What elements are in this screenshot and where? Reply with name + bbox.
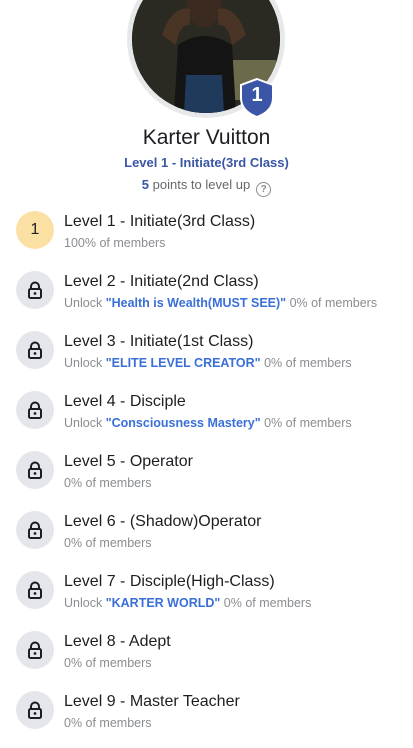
level-members: 0% of members — [260, 356, 352, 370]
unlock-prefix: Unlock — [64, 416, 106, 430]
current-level-label: Level 1 - Initiate(3rd Class) — [124, 155, 289, 170]
unlock-content-link[interactable]: "ELITE LEVEL CREATOR" — [106, 356, 261, 370]
help-circle-icon[interactable]: ? — [256, 182, 272, 197]
level-title: Level 3 - Initiate(1st Class) — [64, 333, 254, 350]
level-title: Level 9 - Master Teacher — [64, 693, 240, 710]
level-subtitle: 100% of members — [64, 236, 165, 250]
level-title: Level 4 - Disciple — [64, 393, 186, 410]
level-row[interactable]: Level 2 - Initiate(2nd Class) Unlock "He… — [0, 268, 413, 328]
level-subtitle: Unlock "Health is Wealth(MUST SEE)" 0% o… — [64, 296, 377, 310]
level-subtitle: 0% of members — [64, 536, 152, 550]
lock-icon — [16, 331, 54, 369]
level-badge: 1 — [239, 77, 275, 119]
lock-icon — [16, 391, 54, 429]
lock-icon — [16, 691, 54, 729]
level-row[interactable]: Level 8 - Adept 0% of members — [0, 628, 413, 688]
level-members: 0% of members — [260, 416, 352, 430]
unlock-prefix: Unlock — [64, 596, 106, 610]
points-to-level-up: 5 points to level up? — [0, 177, 413, 197]
level-members: 0% of members — [64, 716, 152, 730]
level-row[interactable]: 1 Level 1 - Initiate(3rd Class) 100% of … — [0, 208, 413, 268]
lock-icon — [16, 571, 54, 609]
level-title: Level 1 - Initiate(3rd Class) — [64, 213, 256, 230]
level-members: 0% of members — [64, 536, 152, 550]
level-members: 0% of members — [220, 596, 312, 610]
unlock-prefix: Unlock — [64, 296, 106, 310]
level-subtitle: Unlock "ELITE LEVEL CREATOR" 0% of membe… — [64, 356, 352, 370]
lock-icon — [16, 631, 54, 669]
level-subtitle: 0% of members — [64, 656, 152, 670]
level-subtitle: 0% of members — [64, 716, 152, 730]
level-title: Level 8 - Adept — [64, 633, 171, 650]
level-title: Level 2 - Initiate(2nd Class) — [64, 273, 259, 290]
level-members: 0% of members — [64, 476, 152, 490]
points-value: 5 — [141, 177, 150, 192]
level-row[interactable]: Level 4 - Disciple Unlock "Consciousness… — [0, 388, 413, 448]
level-row[interactable]: Level 3 - Initiate(1st Class) Unlock "EL… — [0, 328, 413, 388]
unlock-prefix: Unlock — [64, 356, 106, 370]
level-row[interactable]: Level 5 - Operator 0% of members — [0, 448, 413, 508]
level-members: 0% of members — [286, 296, 378, 310]
level-subtitle: 0% of members — [64, 476, 152, 490]
level-row[interactable]: Level 7 - Disciple(High-Class) Unlock "K… — [0, 568, 413, 628]
lock-icon — [16, 451, 54, 489]
level-number-badge: 1 — [16, 211, 54, 249]
lock-icon — [16, 271, 54, 309]
level-badge-number: 1 — [251, 84, 263, 106]
level-row[interactable]: Level 6 - (Shadow)Operator 0% of members — [0, 508, 413, 568]
profile-name: Karter Vuitton — [142, 126, 271, 149]
level-list: 1 Level 1 - Initiate(3rd Class) 100% of … — [0, 208, 413, 748]
level-title: Level 6 - (Shadow)Operator — [64, 513, 262, 530]
unlock-content-link[interactable]: "Consciousness Mastery" — [106, 416, 261, 430]
level-members: 0% of members — [64, 656, 152, 670]
level-members: 100% of members — [64, 236, 166, 250]
unlock-content-link[interactable]: "KARTER WORLD" — [106, 596, 221, 610]
level-title: Level 7 - Disciple(High-Class) — [64, 573, 275, 590]
level-subtitle: Unlock "KARTER WORLD" 0% of members — [64, 596, 311, 610]
level-title: Level 5 - Operator — [64, 453, 193, 470]
level-number: 1 — [30, 221, 40, 238]
points-suffix: points to level up — [149, 177, 251, 192]
level-row[interactable]: Level 9 - Master Teacher 0% of members — [0, 688, 413, 748]
unlock-content-link[interactable]: "Health is Wealth(MUST SEE)" — [106, 296, 286, 310]
level-subtitle: Unlock "Consciousness Mastery" 0% of mem… — [64, 416, 352, 430]
lock-icon — [16, 511, 54, 549]
